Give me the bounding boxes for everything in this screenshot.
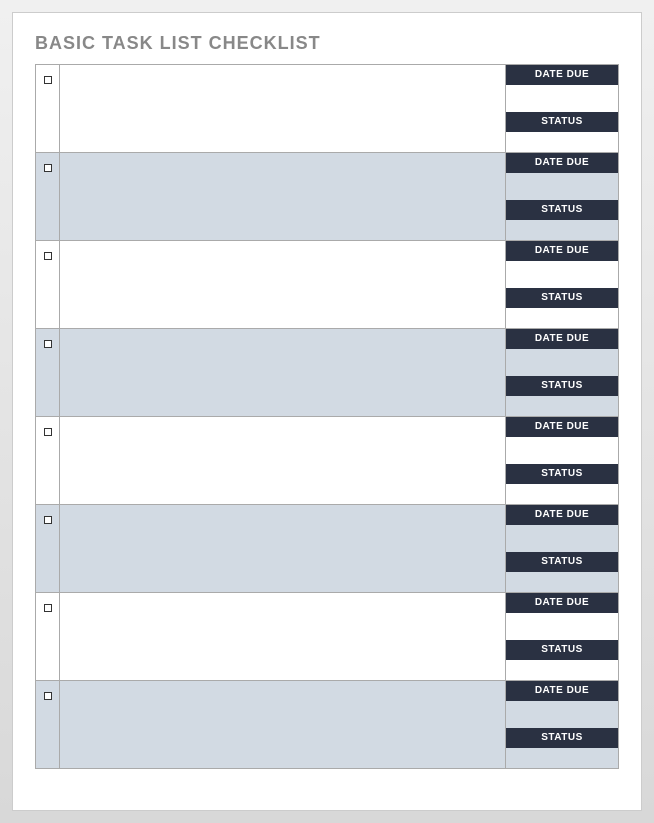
- task-row: DATE DUE STATUS: [36, 241, 618, 329]
- status-label: STATUS: [506, 552, 618, 572]
- status-value[interactable]: [506, 660, 618, 680]
- meta-spacer: [506, 193, 618, 201]
- task-checkbox[interactable]: [44, 164, 52, 172]
- status-value[interactable]: [506, 132, 618, 152]
- meta-spacer: [506, 633, 618, 641]
- status-label: STATUS: [506, 288, 618, 308]
- date-due-value[interactable]: [506, 85, 618, 105]
- date-due-value[interactable]: [506, 437, 618, 457]
- date-due-label: DATE DUE: [506, 241, 618, 261]
- status-value[interactable]: [506, 308, 618, 328]
- checkbox-cell: [36, 593, 60, 680]
- checkbox-cell: [36, 417, 60, 504]
- task-description-cell[interactable]: [60, 505, 506, 592]
- checkbox-cell: [36, 153, 60, 240]
- meta-cell: DATE DUE STATUS: [506, 329, 618, 416]
- date-due-label: DATE DUE: [506, 65, 618, 85]
- meta-cell: DATE DUE STATUS: [506, 153, 618, 240]
- task-description-cell[interactable]: [60, 681, 506, 768]
- status-label: STATUS: [506, 200, 618, 220]
- task-row: DATE DUE STATUS: [36, 593, 618, 681]
- status-label: STATUS: [506, 112, 618, 132]
- status-label: STATUS: [506, 464, 618, 484]
- meta-spacer: [506, 369, 618, 377]
- meta-cell: DATE DUE STATUS: [506, 241, 618, 328]
- date-due-value[interactable]: [506, 701, 618, 721]
- date-due-label: DATE DUE: [506, 153, 618, 173]
- status-label: STATUS: [506, 728, 618, 748]
- status-value[interactable]: [506, 396, 618, 416]
- status-value[interactable]: [506, 484, 618, 504]
- meta-spacer: [506, 721, 618, 729]
- meta-spacer: [506, 457, 618, 465]
- date-due-label: DATE DUE: [506, 417, 618, 437]
- task-row: DATE DUE STATUS: [36, 65, 618, 153]
- page-title: BASIC TASK LIST CHECKLIST: [35, 33, 619, 54]
- task-description-cell[interactable]: [60, 417, 506, 504]
- status-value[interactable]: [506, 748, 618, 768]
- task-checkbox[interactable]: [44, 516, 52, 524]
- task-row: DATE DUE STATUS: [36, 681, 618, 769]
- status-label: STATUS: [506, 640, 618, 660]
- meta-cell: DATE DUE STATUS: [506, 593, 618, 680]
- meta-cell: DATE DUE STATUS: [506, 65, 618, 152]
- task-description-cell[interactable]: [60, 329, 506, 416]
- task-description-cell[interactable]: [60, 241, 506, 328]
- task-checkbox[interactable]: [44, 340, 52, 348]
- meta-spacer: [506, 105, 618, 113]
- status-value[interactable]: [506, 220, 618, 240]
- meta-cell: DATE DUE STATUS: [506, 417, 618, 504]
- task-description-cell[interactable]: [60, 153, 506, 240]
- meta-spacer: [506, 545, 618, 553]
- task-row: DATE DUE STATUS: [36, 505, 618, 593]
- status-value[interactable]: [506, 572, 618, 592]
- meta-spacer: [506, 281, 618, 289]
- date-due-value[interactable]: [506, 349, 618, 369]
- checkbox-cell: [36, 329, 60, 416]
- meta-cell: DATE DUE STATUS: [506, 505, 618, 592]
- task-checkbox[interactable]: [44, 76, 52, 84]
- checklist-table: DATE DUE STATUS DATE DUE STATUS DATE DUE STAT…: [35, 64, 619, 769]
- date-due-value[interactable]: [506, 613, 618, 633]
- task-checkbox[interactable]: [44, 604, 52, 612]
- date-due-label: DATE DUE: [506, 681, 618, 701]
- meta-cell: DATE DUE STATUS: [506, 681, 618, 768]
- status-label: STATUS: [506, 376, 618, 396]
- document-page: BASIC TASK LIST CHECKLIST DATE DUE STATUS…: [12, 12, 642, 811]
- date-due-label: DATE DUE: [506, 329, 618, 349]
- date-due-label: DATE DUE: [506, 593, 618, 613]
- checkbox-cell: [36, 505, 60, 592]
- task-row: DATE DUE STATUS: [36, 417, 618, 505]
- checkbox-cell: [36, 241, 60, 328]
- date-due-value[interactable]: [506, 261, 618, 281]
- date-due-label: DATE DUE: [506, 505, 618, 525]
- task-description-cell[interactable]: [60, 593, 506, 680]
- task-description-cell[interactable]: [60, 65, 506, 152]
- task-checkbox[interactable]: [44, 692, 52, 700]
- task-row: DATE DUE STATUS: [36, 153, 618, 241]
- checkbox-cell: [36, 65, 60, 152]
- task-checkbox[interactable]: [44, 428, 52, 436]
- date-due-value[interactable]: [506, 173, 618, 193]
- checkbox-cell: [36, 681, 60, 768]
- date-due-value[interactable]: [506, 525, 618, 545]
- task-checkbox[interactable]: [44, 252, 52, 260]
- task-row: DATE DUE STATUS: [36, 329, 618, 417]
